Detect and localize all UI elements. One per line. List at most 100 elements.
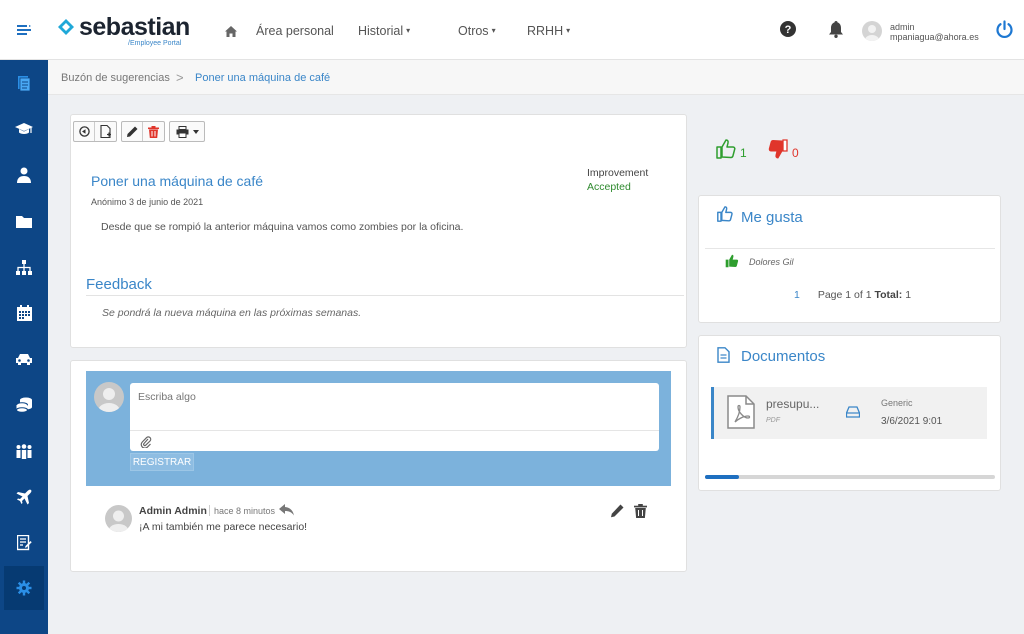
reply-icon [279, 504, 294, 516]
circle-back-icon [78, 126, 90, 137]
document-name[interactable]: presupu... [766, 397, 819, 411]
sidebar-item-calendar[interactable] [0, 298, 48, 328]
user-avatar[interactable] [862, 21, 882, 41]
composer-divider [130, 430, 659, 431]
documents-header-icon-wrap [717, 347, 730, 368]
pencil-icon [127, 126, 138, 137]
calendar-icon [16, 305, 32, 321]
sidebar-item-training[interactable] [0, 114, 48, 144]
sidebar-item-employee[interactable] [0, 160, 48, 190]
total-label: Total: [874, 289, 903, 301]
thumbs-up-icon [716, 139, 736, 159]
menu-toggle-button[interactable] [0, 0, 48, 60]
reply-button[interactable] [279, 503, 294, 521]
breadcrumb-separator-icon: > [176, 70, 184, 85]
org-chart-icon [16, 259, 32, 275]
user-info[interactable]: admin mpaniagua@ahora.es [890, 22, 979, 42]
settings-gear-icon [16, 580, 32, 596]
documents-scrollbar[interactable] [705, 475, 995, 479]
notifications-button[interactable] [828, 21, 844, 43]
pdf-file-icon [727, 395, 755, 429]
vote-down-button[interactable]: 0 [768, 139, 799, 159]
trash-icon [148, 125, 159, 138]
nav-otros[interactable]: Otros ▾ [458, 24, 496, 38]
document-type: PDF [766, 417, 780, 424]
sidebar-item-vehicles[interactable] [0, 344, 48, 374]
likes-divider [705, 248, 995, 249]
edit-comment-button[interactable] [610, 504, 624, 523]
nav-label: Otros [458, 24, 489, 38]
help-icon: ? [780, 21, 796, 37]
sidebar-item-forms[interactable] [0, 528, 48, 558]
home-icon [225, 26, 237, 37]
logout-button[interactable] [995, 20, 1014, 44]
comment-author: Admin Admin [139, 505, 207, 517]
sidebar-item-suggestions[interactable] [4, 566, 44, 610]
like-user-thumb [725, 254, 739, 273]
vote-up-count: 1 [740, 146, 747, 160]
edit-button[interactable] [122, 122, 143, 141]
power-icon [996, 20, 1013, 38]
breadcrumb-parent-link[interactable]: Buzón de sugerencias [61, 72, 170, 84]
breadcrumb: Buzón de sugerencias > Poner una máquina… [48, 60, 1024, 95]
delete-button[interactable] [143, 122, 164, 141]
top-bar: sebastian /Employee Portal Área personal… [0, 0, 1024, 60]
attach-button[interactable] [140, 435, 152, 453]
car-icon [16, 353, 32, 365]
paperclip-icon [140, 436, 152, 449]
page-info: Page 1 of 1 [817, 289, 872, 301]
user-email: mpaniagua@ahora.es [890, 32, 979, 42]
storage-button[interactable] [845, 405, 861, 423]
thumbs-up-outline-icon [717, 206, 733, 222]
nav-historial[interactable]: Historial ▾ [358, 24, 410, 38]
printer-icon [176, 125, 188, 138]
documents-title: Documentos [741, 348, 826, 365]
likes-header [717, 206, 733, 227]
avatar-icon [108, 510, 129, 532]
pencil-icon [611, 504, 624, 518]
pdf-file-icon-wrap [726, 395, 756, 434]
thumbs-up-filled-icon [725, 254, 739, 268]
comment-divider [209, 505, 210, 516]
suggestion-type: Improvement [587, 167, 649, 179]
documents-scrollbar-thumb[interactable] [705, 475, 739, 479]
sidebar-item-documents[interactable] [0, 68, 48, 98]
likes-pager: 1 Page 1 of 1 Total: 1 [794, 289, 911, 301]
sidebar-item-travel[interactable] [0, 482, 48, 512]
sidebar-item-files[interactable] [0, 206, 48, 236]
logo-mark-icon [58, 19, 74, 35]
suggestion-body: Desde que se rompió la anterior máquina … [101, 221, 464, 233]
delete-comment-button[interactable] [634, 504, 647, 523]
comment-box [130, 383, 659, 451]
new-document-button[interactable] [95, 122, 116, 141]
back-button[interactable] [74, 122, 95, 141]
feedback-text: Se pondrá la nueva máquina en las próxim… [102, 307, 362, 319]
home-button[interactable] [225, 24, 237, 42]
breadcrumb-current: Poner una máquina de café [195, 72, 331, 84]
help-button[interactable]: ? [780, 21, 796, 42]
suggestion-title: Poner una máquina de café [91, 173, 264, 189]
vote-up-button[interactable]: 1 [716, 139, 747, 159]
comment-input[interactable] [138, 391, 638, 403]
sidebar-item-expenses[interactable] [0, 390, 48, 420]
sidebar [0, 60, 48, 634]
sidebar-item-org-chart[interactable] [0, 252, 48, 282]
like-user-name: Dolores Gil [749, 257, 794, 267]
page-number-link[interactable]: 1 [794, 289, 800, 301]
composer-avatar [94, 382, 124, 412]
suggestion-meta: Anónimo 3 de junio de 2021 [91, 197, 203, 207]
register-button[interactable]: REGISTRAR [130, 453, 194, 471]
total-value: 1 [905, 289, 912, 301]
logo-subtitle: /Employee Portal [128, 40, 182, 47]
document-category: Generic [881, 398, 913, 408]
sidebar-item-teams[interactable] [0, 436, 48, 466]
nav-area-personal[interactable]: Área personal [256, 24, 334, 38]
coins-icon [15, 397, 32, 413]
trash-icon [634, 504, 647, 518]
nav-label: Historial [358, 24, 404, 38]
app-logo[interactable]: sebastian [58, 14, 190, 40]
document-outline-icon [717, 347, 730, 363]
nav-rrhh[interactable]: RRHH ▾ [527, 24, 570, 38]
nav-label: RRHH [527, 24, 564, 38]
print-dropdown-button[interactable] [170, 122, 204, 141]
